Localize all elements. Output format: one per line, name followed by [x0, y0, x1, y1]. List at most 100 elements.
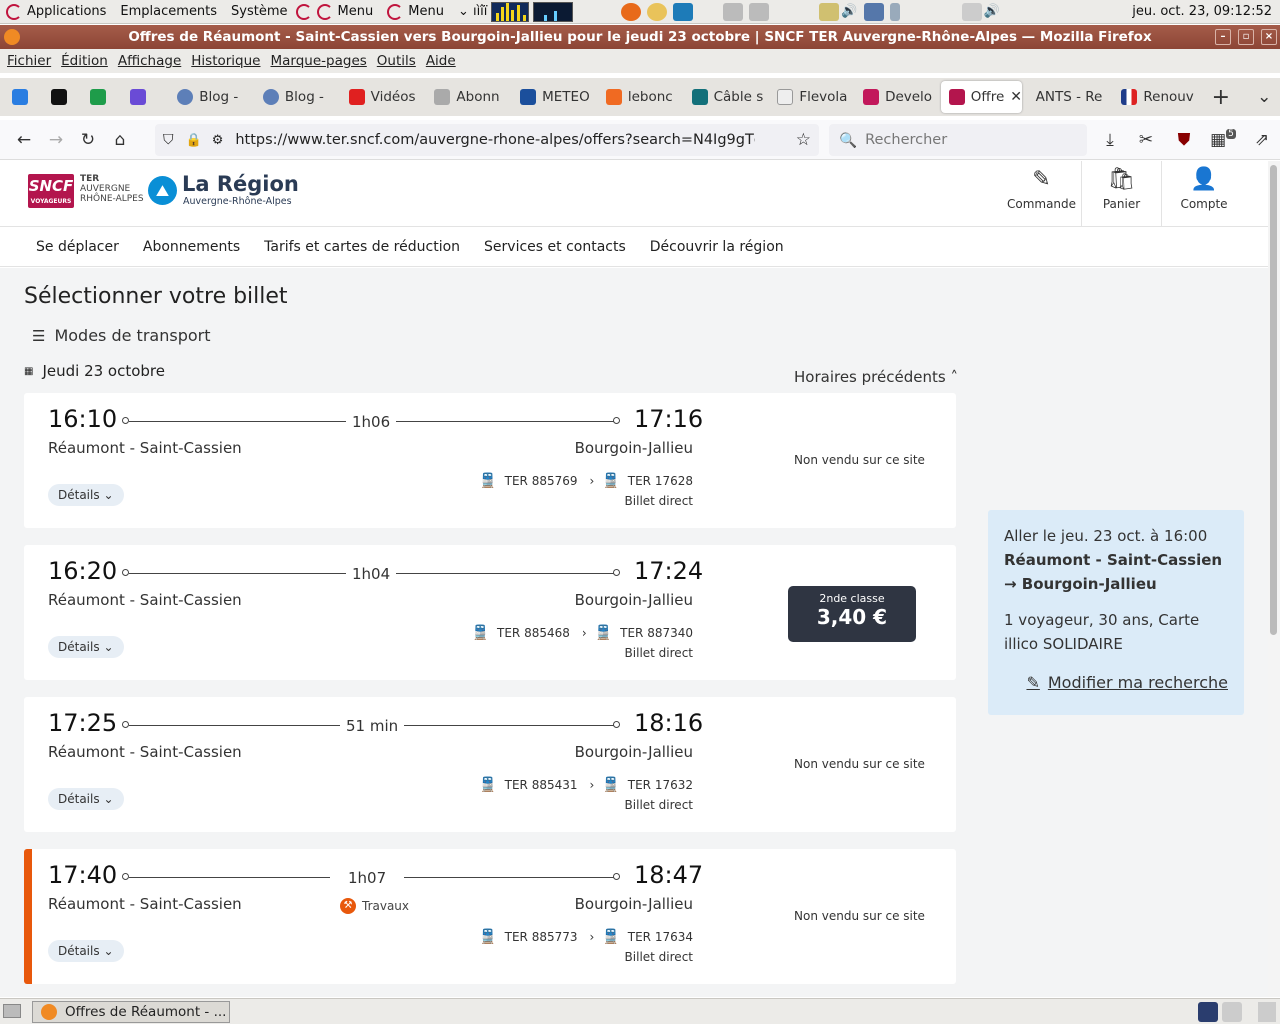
tab-cable[interactable]: Câble s — [684, 81, 770, 113]
workspace-2[interactable] — [1222, 1002, 1242, 1022]
header-commande[interactable]: ✎ Commande — [1002, 161, 1082, 227]
ublock-icon[interactable]: ⛊ — [1168, 124, 1200, 156]
journey-card-4[interactable]: 17:40 1h07 18:47 Réaumont - Saint-Cassie… — [24, 849, 956, 984]
permissions-icon[interactable]: ⚙ — [212, 133, 224, 148]
show-desktop-icon[interactable] — [3, 1004, 21, 1018]
tab-meteo[interactable]: METEO — [512, 81, 598, 113]
screenshot-tool-icon[interactable]: ✂ — [1130, 124, 1162, 156]
taskbar-window-button[interactable]: Offres de Réaumont - ... — [32, 1001, 230, 1023]
menu-launcher-1[interactable]: Menu — [295, 3, 373, 20]
clock[interactable]: jeu. oct. 23, 09:12:52 — [1132, 4, 1272, 19]
applications-menu[interactable]: Applications — [6, 3, 106, 20]
header-compte[interactable]: 👤 Compte — [1164, 161, 1244, 227]
direct-ticket-label: Billet direct — [624, 798, 693, 812]
extensions-icon[interactable]: ▦ 5 — [1207, 124, 1239, 156]
wikipedia-icon — [777, 89, 794, 105]
region-logo-icon[interactable]: ⛰ — [148, 176, 177, 205]
menu-historique[interactable]: Historique — [191, 53, 260, 69]
tab-leboncoin[interactable]: lebonc — [598, 81, 684, 113]
mascot-launcher-icon[interactable] — [647, 2, 668, 21]
workspace-1[interactable] — [1198, 1002, 1218, 1022]
basket-icon: 🛍 — [1107, 167, 1136, 192]
bookmark-star-icon[interactable]: ☆ — [796, 130, 811, 150]
tab-develo[interactable]: Develo — [855, 81, 941, 113]
sleep-icon[interactable] — [961, 2, 982, 21]
nav-decouvrir[interactable]: Découvrir la région — [650, 239, 784, 255]
search-tool-icon[interactable] — [863, 2, 884, 21]
journey-card-1[interactable]: 16:10 1h06 17:16 Réaumont - Saint-Cassie… — [24, 393, 956, 528]
tab-label: Develo — [885, 89, 933, 105]
tab-ants[interactable]: ANTS - Re — [1028, 81, 1114, 113]
tab-list-chevron-icon[interactable]: ⌄ — [1249, 81, 1280, 113]
chevron-down-icon[interactable]: ⌄ ıìîï — [458, 4, 487, 19]
details-button[interactable]: Détails ⌄ — [48, 484, 124, 506]
url-text[interactable]: https://www.ter.sncf.com/auvergne-rhone-… — [235, 132, 755, 148]
sncf-logo[interactable]: SNCF VOYAGEURS — [28, 174, 74, 208]
header-panier[interactable]: 🛍 Panier — [1082, 161, 1162, 227]
menu-launcher-2[interactable]: Menu — [387, 3, 444, 20]
tab-blog-1[interactable]: Blog - — [169, 81, 255, 113]
vscode-launcher-icon[interactable] — [673, 2, 694, 21]
tab-blog-2[interactable]: Blog - — [255, 81, 341, 113]
printer-icon[interactable] — [723, 2, 744, 21]
menu-affichage[interactable]: Affichage — [118, 53, 181, 69]
pinned-tab-3[interactable] — [79, 81, 118, 113]
new-tab-icon[interactable]: + — [1205, 81, 1236, 113]
maximize-icon[interactable]: ▫ — [1238, 29, 1254, 45]
lock-icon[interactable]: 🔒 — [186, 133, 202, 148]
price-button[interactable]: 2nde classe 3,40 € — [788, 586, 916, 642]
tab-offres-active[interactable]: Offre ✕ — [940, 81, 1022, 113]
minimize-icon[interactable]: – — [1215, 29, 1231, 45]
menu-fichier[interactable]: Fichier — [7, 53, 51, 69]
menu-edition[interactable]: Édition — [61, 53, 108, 69]
close-tab-icon[interactable]: ✕ — [1010, 89, 1021, 105]
chevron-down-icon: ⌄ — [103, 792, 114, 806]
chevron-down-icon: ⌄ — [103, 944, 114, 958]
downloads-icon[interactable]: ⤓ — [1094, 124, 1126, 156]
tab-renouvellement[interactable]: Renouv — [1113, 81, 1199, 113]
nav-tarifs[interactable]: Tarifs et cartes de réduction — [264, 239, 460, 255]
details-label: Détails — [58, 640, 100, 654]
printer-icon-2[interactable] — [749, 2, 770, 21]
firefox-launcher-icon[interactable] — [621, 2, 642, 21]
home-icon[interactable]: ⌂ — [104, 124, 136, 156]
emplacements-menu[interactable]: Emplacements — [120, 4, 217, 19]
volume-icon-2[interactable]: 🔊 — [984, 4, 1000, 19]
previous-schedules-button[interactable]: Horaires précédents ˄ — [794, 368, 958, 386]
tab-flevola[interactable]: Flevola — [769, 81, 855, 113]
tab-videos[interactable]: Vidéos — [341, 81, 427, 113]
reload-icon[interactable]: ↻ — [72, 124, 104, 156]
menu-outils[interactable]: Outils — [377, 53, 416, 69]
share-icon[interactable]: ⇗ — [1246, 124, 1278, 156]
trash-icon[interactable] — [1258, 1002, 1276, 1022]
shield-icon[interactable]: ⛉ — [163, 132, 174, 148]
screenshot-icon[interactable] — [819, 2, 840, 21]
modes-transport-button[interactable]: ☰ Modes de transport — [32, 326, 210, 345]
pinned-tab-2[interactable] — [39, 81, 78, 113]
details-button[interactable]: Détails ⌄ — [48, 788, 124, 810]
details-button[interactable]: Détails ⌄ — [48, 636, 124, 658]
systeme-menu[interactable]: Système — [231, 4, 287, 19]
tab-abonnements[interactable]: Abonn — [426, 81, 512, 113]
journey-card-3[interactable]: 17:25 51 min 18:16 Réaumont - Saint-Cass… — [24, 697, 956, 832]
details-button[interactable]: Détails ⌄ — [48, 940, 124, 962]
pinned-tab-4[interactable] — [118, 81, 157, 113]
pinned-tab-calendar[interactable] — [0, 81, 39, 113]
nav-se-deplacer[interactable]: Se déplacer — [36, 239, 119, 255]
nav-services[interactable]: Services et contacts — [484, 239, 626, 255]
menu-label-2: Menu — [408, 4, 444, 19]
nav-abonnements[interactable]: Abonnements — [143, 239, 240, 255]
modify-search-link[interactable]: ✎ Modifier ma recherche — [1004, 671, 1228, 695]
youtube-icon — [348, 89, 365, 105]
close-icon[interactable]: × — [1261, 29, 1277, 45]
forward-icon[interactable]: → — [40, 124, 72, 156]
scrollbar-thumb[interactable] — [1270, 165, 1277, 635]
page-scrollbar[interactable] — [1268, 161, 1280, 997]
menu-aide[interactable]: Aide — [426, 53, 456, 69]
journey-card-2[interactable]: 16:20 1h04 17:24 Réaumont - Saint-Cassie… — [24, 545, 956, 680]
menu-marque-pages[interactable]: Marque-pages — [271, 53, 367, 69]
volume-icon[interactable]: 🔊 — [841, 4, 857, 19]
url-bar[interactable]: ⛉ 🔒 ⚙ https://www.ter.sncf.com/auvergne-… — [155, 124, 819, 156]
search-input[interactable]: 🔍 Rechercher — [829, 124, 1087, 156]
back-icon[interactable]: ← — [8, 124, 40, 156]
